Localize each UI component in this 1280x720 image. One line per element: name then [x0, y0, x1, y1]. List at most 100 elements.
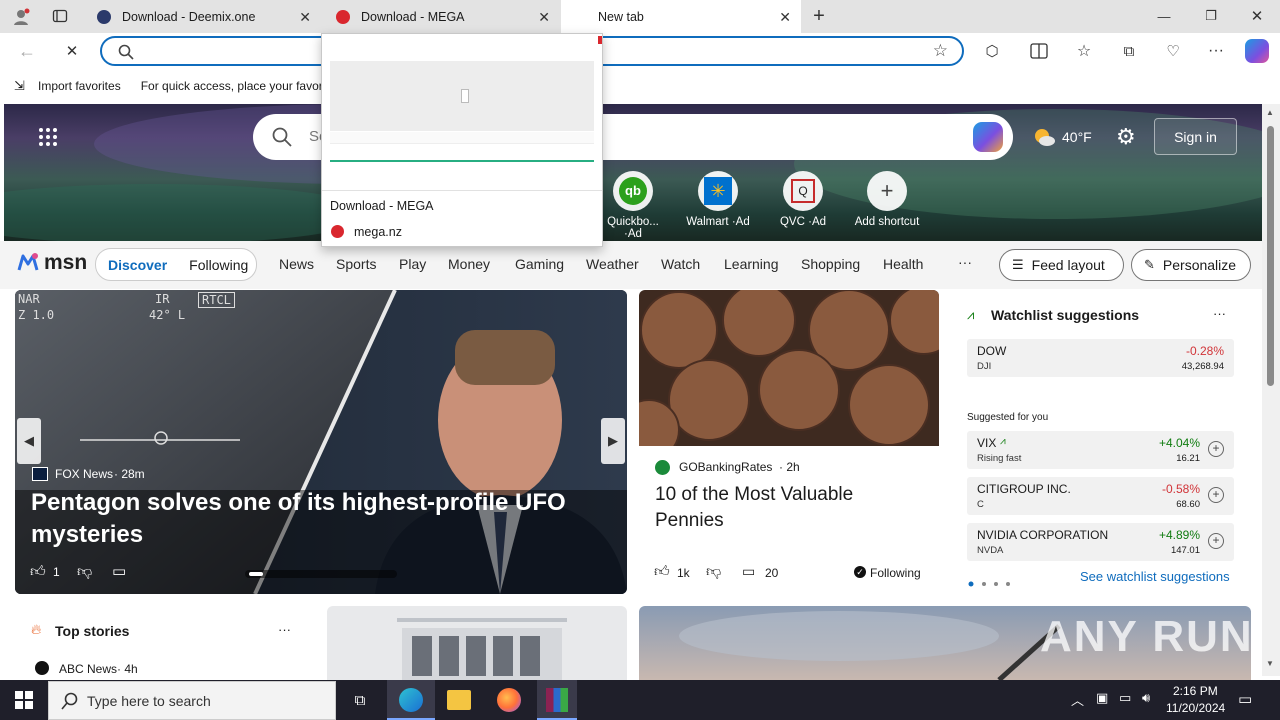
- task-view-icon[interactable]: ⧉: [348, 689, 372, 711]
- close-tab-icon[interactable]: ✕: [779, 9, 791, 26]
- nav-health[interactable]: Health: [883, 256, 923, 272]
- clock-date[interactable]: 11/20/2024: [1166, 701, 1225, 715]
- watchlist-more-icon[interactable]: ···: [1213, 306, 1226, 321]
- nav-gaming[interactable]: Gaming: [515, 256, 564, 272]
- watch-row-citigroup[interactable]: CITIGROUP INC. C -0.58% 68.60 +: [967, 477, 1234, 515]
- browser-essentials-icon[interactable]: ♡: [1162, 40, 1184, 62]
- add-to-watchlist-icon[interactable]: +: [1208, 533, 1224, 549]
- carousel-prev-icon[interactable]: ◀: [17, 418, 41, 464]
- winrar-taskbar-icon[interactable]: [537, 680, 577, 720]
- comment-icon[interactable]: ▭: [742, 563, 755, 580]
- network-icon[interactable]: ▭: [1119, 690, 1131, 706]
- personalize-button[interactable]: ✎ Personalize: [1131, 249, 1251, 281]
- nav-more-icon[interactable]: ···: [958, 254, 972, 270]
- sign-in-button[interactable]: Sign in: [1154, 118, 1237, 155]
- taskbar-search-box[interactable]: Type here to search: [48, 681, 336, 720]
- main-story-card[interactable]: NAR IR RTCL Z 1.0 42° L ◀ ▶ FOX News · 2…: [15, 290, 627, 594]
- like-icon[interactable]: 👍︎: [654, 563, 670, 581]
- show-hidden-icons-icon[interactable]: ︿: [1071, 690, 1084, 709]
- start-button-icon[interactable]: [15, 691, 33, 709]
- carousel-next-icon[interactable]: ▶: [601, 418, 625, 464]
- tab-actions-icon[interactable]: [52, 8, 68, 24]
- story-source[interactable]: ABC News: [59, 662, 117, 676]
- watchlist-pager[interactable]: [968, 575, 1018, 587]
- tab-mega[interactable]: Download - MEGA ✕: [322, 0, 560, 33]
- favorites-icon[interactable]: ☆: [1073, 40, 1095, 62]
- shortcut-walmart[interactable]: ✳ Walmart ·Ad: [682, 171, 754, 228]
- comment-icon[interactable]: ▭: [112, 562, 126, 580]
- nav-sports[interactable]: Sports: [336, 256, 376, 272]
- tab-discover[interactable]: Discover: [108, 257, 167, 273]
- firefox-icon[interactable]: [497, 688, 521, 712]
- msn-brand[interactable]: msn: [44, 251, 87, 275]
- following-label[interactable]: Following: [870, 566, 921, 580]
- dislike-icon[interactable]: 👎︎: [706, 563, 721, 581]
- tab-deemix[interactable]: Download - Deemix.one ✕: [83, 0, 321, 33]
- new-tab-icon[interactable]: +: [808, 4, 830, 28]
- see-watchlist-link[interactable]: See watchlist suggestions: [1080, 569, 1230, 584]
- story-source[interactable]: GOBankingRates: [679, 460, 772, 474]
- shortcut-quickbooks[interactable]: qb Quickbo... ·Ad: [597, 171, 669, 240]
- nav-play[interactable]: Play: [399, 256, 426, 272]
- hud-text: RTCL: [198, 292, 235, 308]
- page-scrollbar[interactable]: ▲ ▼: [1262, 104, 1280, 676]
- add-to-watchlist-icon[interactable]: +: [1208, 487, 1224, 503]
- nav-shopping[interactable]: Shopping: [801, 256, 860, 272]
- story-source[interactable]: FOX News: [55, 467, 113, 481]
- scroll-up-icon[interactable]: ▲: [1266, 108, 1274, 117]
- stop-loading-icon[interactable]: ✕: [61, 40, 83, 62]
- copilot-icon[interactable]: [1245, 39, 1269, 63]
- split-screen-icon[interactable]: [1028, 40, 1050, 62]
- top-stories-more-icon[interactable]: ···: [278, 622, 291, 637]
- watch-row-dow[interactable]: DOW DJI -0.28% 43,268.94: [967, 339, 1234, 377]
- nav-watch[interactable]: Watch: [661, 256, 700, 272]
- weather-icon[interactable]: [1032, 127, 1056, 147]
- nav-money[interactable]: Money: [448, 256, 490, 272]
- restore-icon[interactable]: ❐: [1197, 4, 1225, 28]
- close-tab-icon[interactable]: ✕: [299, 9, 311, 26]
- copilot-icon[interactable]: [973, 122, 1003, 152]
- favorite-star-icon[interactable]: ☆: [933, 41, 948, 61]
- weather-temperature[interactable]: 40°F: [1062, 129, 1092, 145]
- msn-logo-icon[interactable]: [16, 250, 40, 274]
- tab-title: New tab: [598, 9, 644, 24]
- extensions-icon[interactable]: ⬡: [981, 40, 1003, 62]
- app-launcher-icon[interactable]: [38, 127, 58, 147]
- back-icon[interactable]: ←: [16, 40, 38, 62]
- penny-story-card[interactable]: GOBankingRates · 2h 10 of the Most Valua…: [639, 290, 939, 594]
- device-icon[interactable]: ▣: [1096, 690, 1108, 706]
- story-headline[interactable]: 10 of the Most Valuable Pennies: [655, 482, 925, 534]
- clock-time[interactable]: 2:16 PM: [1173, 684, 1218, 698]
- server-story-card[interactable]: [327, 606, 627, 680]
- tab-following[interactable]: Following: [189, 257, 248, 273]
- add-to-watchlist-icon[interactable]: +: [1208, 441, 1224, 457]
- nav-learning[interactable]: Learning: [724, 256, 779, 272]
- import-favorites-link[interactable]: Import favorites: [38, 79, 121, 93]
- like-icon[interactable]: 👍︎: [30, 563, 46, 581]
- scroll-down-icon[interactable]: ▼: [1266, 659, 1274, 668]
- story-headline[interactable]: Pentagon solves one of its highest-profi…: [31, 487, 591, 551]
- volume-icon[interactable]: 🔊︎: [1142, 690, 1150, 706]
- feed-layout-button[interactable]: ☰ Feed layout: [999, 249, 1124, 281]
- settings-more-icon[interactable]: ···: [1205, 40, 1227, 62]
- dislike-icon[interactable]: 👎︎: [77, 563, 92, 581]
- minimize-icon[interactable]: —: [1150, 4, 1178, 28]
- close-tab-icon[interactable]: ✕: [538, 9, 550, 26]
- tab-new-tab[interactable]: New tab ✕: [561, 0, 801, 33]
- settings-gear-icon[interactable]: ⚙: [1116, 126, 1136, 148]
- notifications-icon[interactable]: ▭: [1238, 690, 1252, 708]
- watch-row-vix[interactable]: VIX ⩘ Rising fast +4.04% 16.21 +: [967, 431, 1234, 469]
- close-window-icon[interactable]: ✕: [1243, 4, 1271, 28]
- shortcut-qvc[interactable]: Q QVC ·Ad: [767, 171, 839, 228]
- file-explorer-icon[interactable]: [447, 690, 471, 710]
- profile-icon[interactable]: [12, 8, 30, 26]
- add-shortcut-button[interactable]: + Add shortcut: [850, 171, 924, 228]
- nav-weather[interactable]: Weather: [586, 256, 639, 272]
- deemix-favicon-icon: [97, 9, 111, 24]
- qvc-icon: Q: [783, 171, 823, 211]
- nav-news[interactable]: News: [279, 256, 314, 272]
- edge-taskbar-icon[interactable]: [387, 680, 435, 720]
- watch-row-nvidia[interactable]: NVIDIA CORPORATION NVDA +4.89% 147.01 +: [967, 523, 1234, 561]
- collections-icon[interactable]: ⧉: [1118, 40, 1140, 62]
- scrollbar-thumb[interactable]: [1267, 126, 1274, 386]
